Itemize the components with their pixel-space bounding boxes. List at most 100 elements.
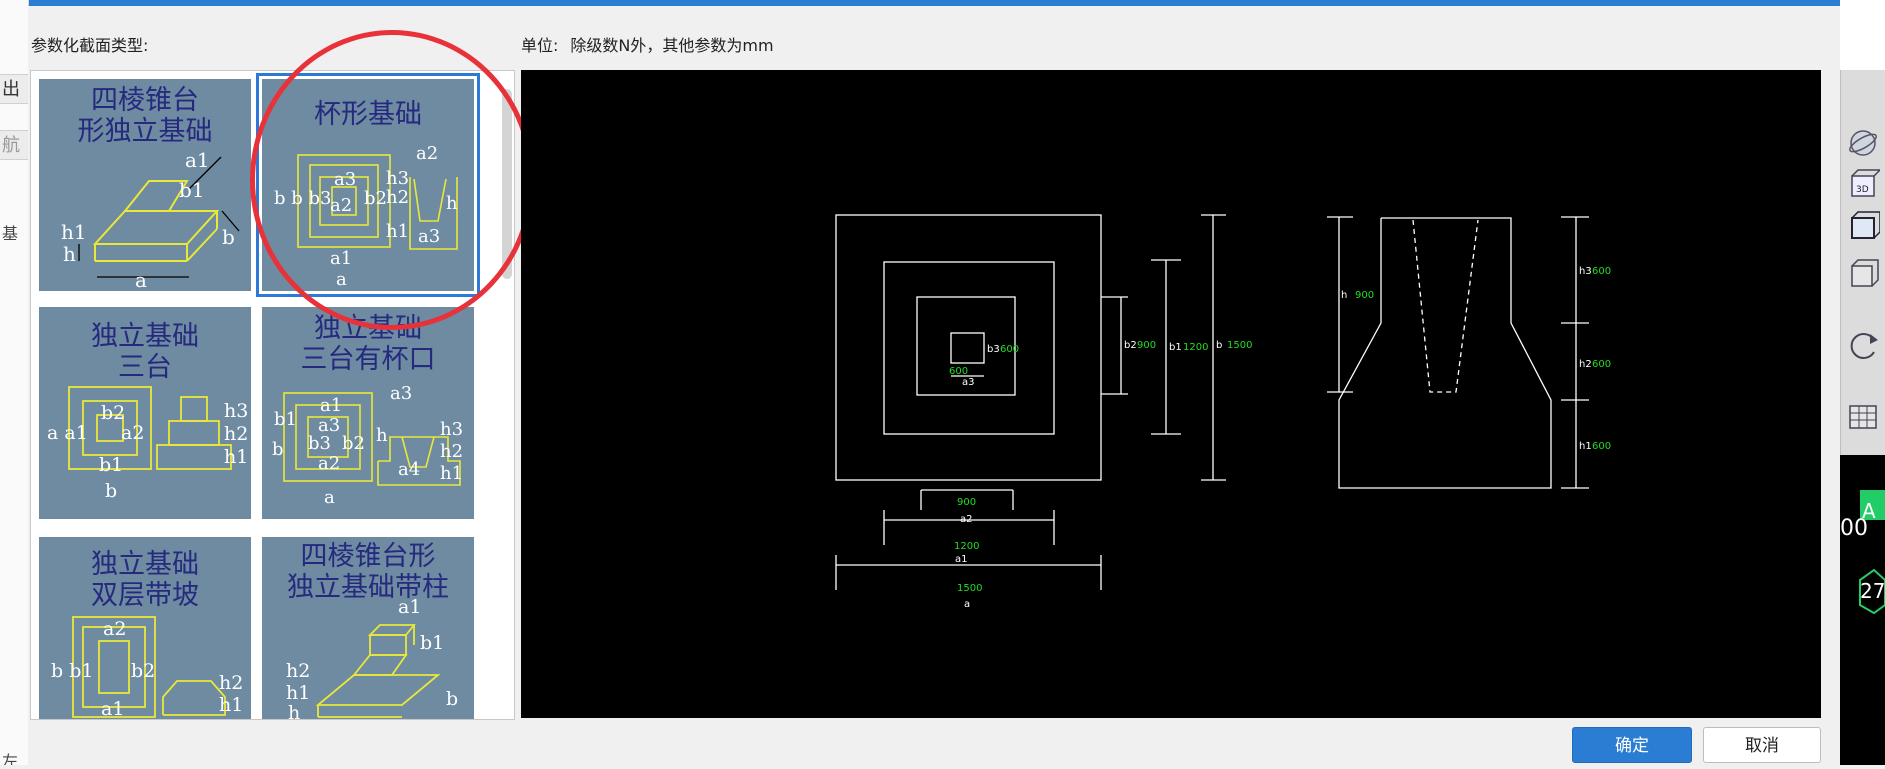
dim-label-h2: h2: [1579, 359, 1592, 370]
dim-label-a1: a1: [955, 554, 968, 565]
label-h3: h3: [386, 168, 409, 189]
thumb-cup-footing[interactable]: 杯形基础 a1 a a2 a3 b b b3 b2 a2 h3 h2 h1 h …: [256, 73, 480, 297]
label-aa1: a a1: [47, 422, 88, 444]
label-a3-right: a3: [418, 226, 440, 247]
label-h2: h2: [386, 187, 409, 208]
label-b: b: [446, 688, 458, 710]
dim-value-b2: 900: [1137, 340, 1156, 351]
dim-label-a3: a3: [962, 377, 975, 388]
label-bbb3: b b b3: [274, 188, 331, 209]
thumb-double-slope-diagram: a2 b b1 b2 a1 h2 h1: [51, 616, 243, 720]
viewport-fragment: A 00 27: [1840, 490, 1885, 615]
label-h2: h2: [219, 672, 243, 694]
viewport-text-3: 27: [1860, 579, 1885, 603]
thumbnail-scrollbar[interactable]: [502, 89, 512, 279]
label-b1: b1: [420, 632, 444, 654]
label-b: b: [105, 480, 117, 502]
dim-label-h: h: [1341, 290, 1347, 301]
thumb-pyramid-frustum-column-footing[interactable]: 四棱锥台形 独立基础带柱 a1 b1 b h2 h1 h: [262, 537, 474, 719]
thumb-frustum-column-diagram: a1 b1 b h2 h1 h: [286, 596, 458, 719]
thumb-pyramid-frustum-footing[interactable]: 四棱锥台 形独立基础 a a1 b1 b h1 h: [39, 79, 251, 291]
ok-button[interactable]: 确定: [1572, 727, 1692, 763]
dim-label-a2: a2: [960, 514, 973, 525]
label-h3: h3: [440, 419, 463, 440]
label-b: b: [222, 225, 235, 249]
label-a1: a1: [185, 148, 210, 172]
label-b3: b3: [308, 433, 331, 454]
label-a3: a3: [390, 383, 412, 404]
label-b: b: [272, 439, 284, 460]
dim-value-b: 1500: [1227, 340, 1252, 351]
label-bb1: b b1: [51, 660, 93, 682]
label-h1: h1: [219, 694, 243, 716]
dim-label-b: b: [1216, 340, 1222, 351]
cube-iso-icon[interactable]: [1846, 256, 1880, 290]
globe-icon[interactable]: [1846, 126, 1880, 160]
section-preview-drawing: 600 a3 b3 600 b2 900 b1 1200 b 1500 900 …: [835, 214, 1611, 610]
label-a3: a3: [334, 169, 356, 190]
thumb-three-tier-diagram: b2 a2 a a1 b1 b h3 h2 h1: [47, 386, 248, 502]
dim-label-h1: h1: [1579, 441, 1592, 452]
label-a2: a2: [318, 453, 340, 474]
cancel-button[interactable]: 取消: [1703, 727, 1821, 763]
label-a1: a1: [320, 395, 342, 416]
thumb-cup-footing-diagram: a1 a a2 a3 b b b3 b2 a2 h3 h2 h1 h a3: [274, 143, 458, 290]
label-h1: h1: [224, 446, 248, 468]
background-app-strip: 出 航 基 左: [0, 0, 29, 765]
thumb-three-tier-cup-diagram: a3 a1 a3 b1 b3 b2 a2 a b h a4 h3 h2 h1: [272, 383, 463, 508]
3d-view-icon[interactable]: 3D: [1846, 168, 1880, 202]
label-b2: b2: [131, 660, 155, 682]
label-h1: h1: [440, 463, 463, 484]
label-h2: h2: [224, 423, 248, 445]
background-3d-viewport: A 00 27: [1840, 455, 1885, 765]
label-b2: b2: [364, 188, 387, 209]
unit-label: 单位: 除级数N外，其他参数为mm: [521, 32, 774, 56]
thumb-three-tier-footing[interactable]: 独立基础 三台 b2 a2 a a1 b1 b h3 h2 h1: [39, 307, 251, 519]
bg-char-4: 左: [2, 752, 19, 765]
section-thumbnail-list[interactable]: 四棱锥台 形独立基础 a a1 b1 b h1 h 杯形基础 a1 a a2 a…: [30, 70, 515, 720]
unit-label-key: 单位:: [521, 36, 559, 55]
dim-label-a: a: [964, 599, 970, 610]
label-b1: b1: [179, 178, 205, 202]
dim-value-h2: 600: [1592, 359, 1611, 370]
dim-value-b1: 1200: [1183, 342, 1208, 353]
section-type-label: 参数化截面类型:: [31, 36, 149, 55]
label-h3: h3: [224, 400, 248, 422]
dim-value-b3: 600: [1000, 344, 1019, 355]
label-b1: b1: [274, 409, 297, 430]
thumb-three-tier-cup-footing[interactable]: 独立基础 三台有杯口 a3 a1 a3 b1 b3 b2 a2 a b h a4…: [262, 307, 474, 519]
dim-value-h3: 600: [1592, 266, 1611, 277]
background-app-right-panel: 3D A 00 27: [1840, 0, 1885, 765]
label-h: h: [376, 425, 388, 446]
dim-value-h: 900: [1355, 290, 1374, 301]
label-a: a: [135, 268, 147, 291]
label-h1: h1: [386, 221, 409, 242]
label-a: a: [336, 269, 347, 290]
label-a: a: [324, 487, 335, 508]
dim-label-b1: b1: [1169, 342, 1182, 353]
label-a1: a1: [101, 698, 124, 720]
dim-value-a3: 600: [949, 366, 968, 377]
bg-tab-2: 航: [0, 130, 28, 160]
label-a2: a2: [103, 618, 126, 640]
viewport-text-2: 00: [1840, 516, 1868, 541]
layer-grid-icon[interactable]: [1846, 400, 1880, 434]
bg-tab-1: 出: [0, 74, 28, 104]
dim-value-a: 1500: [957, 583, 982, 594]
label-h: h: [63, 242, 76, 266]
3d-label: 3D: [1856, 185, 1869, 195]
thumb-pyramid-frustum-diagram: a a1 b1 b h1 h: [61, 148, 240, 291]
section-preview-canvas: 600 a3 b3 600 b2 900 b1 1200 b 1500 900 …: [521, 70, 1821, 718]
cube-front-icon[interactable]: [1846, 210, 1880, 244]
rotate-icon[interactable]: [1846, 328, 1880, 362]
label-a1: a1: [398, 596, 421, 618]
label-h2: h2: [286, 660, 310, 682]
dim-label-b3: b3: [987, 344, 1000, 355]
dim-value-a2: 900: [957, 497, 976, 508]
label-a2: a2: [121, 422, 144, 444]
label-a2-right: a2: [416, 143, 438, 164]
thumb-double-slope-footing[interactable]: 独立基础 双层带坡 a2 b b1 b2 a1 h2 h1: [39, 537, 251, 720]
dim-value-a1: 1200: [954, 541, 979, 552]
label-b2: b2: [101, 402, 125, 424]
dim-label-h3: h3: [1579, 266, 1592, 277]
